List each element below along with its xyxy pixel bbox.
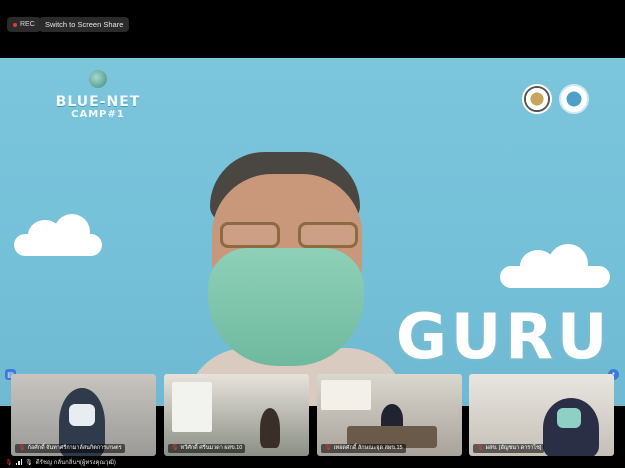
self-name-label: ดีรัชญ กลั่นกลิ่นฯ(ผู้ทรงคุณวุฒิ) bbox=[35, 460, 116, 466]
participant-name-label: 🎙 ทวีศักดิ์ ศรีนมวดา ผสข.10 bbox=[168, 444, 246, 453]
mic-muted-icon: 🎙 bbox=[171, 445, 179, 451]
participant-tile[interactable]: 🎙 ผสข. [อัญชนา ดาราไช] bbox=[469, 374, 614, 456]
status-bar: 🎙 🎙 ดีรัชญ กลั่นกลิ่นฯ(ผู้ทรงคุณวุฒิ) bbox=[0, 456, 625, 468]
top-toolbar: REC Switch to Screen Share bbox=[0, 0, 625, 58]
participant-name-label: 🎙 ผสข. [อัญชนา ดาราไช] bbox=[473, 444, 545, 453]
cloud-decoration bbox=[500, 244, 610, 288]
active-speaker-video[interactable]: BLUE-NET CAMP#1 GURU bbox=[0, 58, 625, 406]
mic-muted-icon: 🎙 bbox=[476, 445, 484, 451]
mic-muted-icon: 🎙 bbox=[18, 445, 26, 451]
signal-strength-icon bbox=[15, 459, 23, 465]
participant-tile[interactable]: 🎙 ทวีศักดิ์ ศรีนมวดา ผสข.10 bbox=[164, 374, 309, 456]
face-mask bbox=[557, 408, 581, 428]
switch-to-screen-share-button[interactable]: Switch to Screen Share bbox=[39, 17, 130, 32]
leaf-logo-icon bbox=[89, 70, 107, 88]
participant-name-label: 🎙 ก้อศักดิ์ จันทาศรีกามาล์สนกิตการเกษตร bbox=[15, 444, 125, 453]
window-backdrop bbox=[172, 382, 212, 432]
mic-muted-icon: 🎙 bbox=[5, 459, 13, 466]
logo-title: BLUE-NET bbox=[55, 94, 141, 110]
record-dot-icon bbox=[13, 22, 17, 27]
rec-label: REC bbox=[20, 21, 35, 28]
wall-poster bbox=[321, 380, 371, 410]
backdrop-guru-text: GURU bbox=[394, 299, 612, 375]
mic-icon: 🎙 bbox=[25, 459, 33, 466]
participant-tile[interactable]: 🎙 เทอดศักดิ์ ลักษณะจุด สผข.15 bbox=[317, 374, 462, 456]
face-mask bbox=[69, 404, 95, 426]
backdrop-logo: BLUE-NET CAMP#1 bbox=[36, 70, 160, 170]
speaker-figure bbox=[186, 152, 406, 406]
recording-indicator[interactable]: REC bbox=[7, 17, 41, 32]
participant-tile[interactable]: 🎙 ก้อศักดิ์ จันทาศรีกามาล์สนกิตการเกษตร bbox=[11, 374, 156, 456]
participant-name-label: 🎙 เทอดศักดิ์ ลักษณะจุด สผข.15 bbox=[321, 444, 406, 453]
zoom-meeting-window: REC Switch to Screen Share BLUE-NET CAMP… bbox=[0, 0, 625, 468]
mic-muted-icon: 🎙 bbox=[324, 445, 332, 451]
logo-subtitle: CAMP#1 bbox=[71, 109, 125, 120]
participant-figure bbox=[260, 408, 280, 448]
ministry-seal-icon bbox=[522, 84, 552, 114]
glasses-icon bbox=[214, 222, 360, 250]
department-seal-icon bbox=[559, 84, 589, 114]
cloud-decoration bbox=[14, 214, 102, 256]
